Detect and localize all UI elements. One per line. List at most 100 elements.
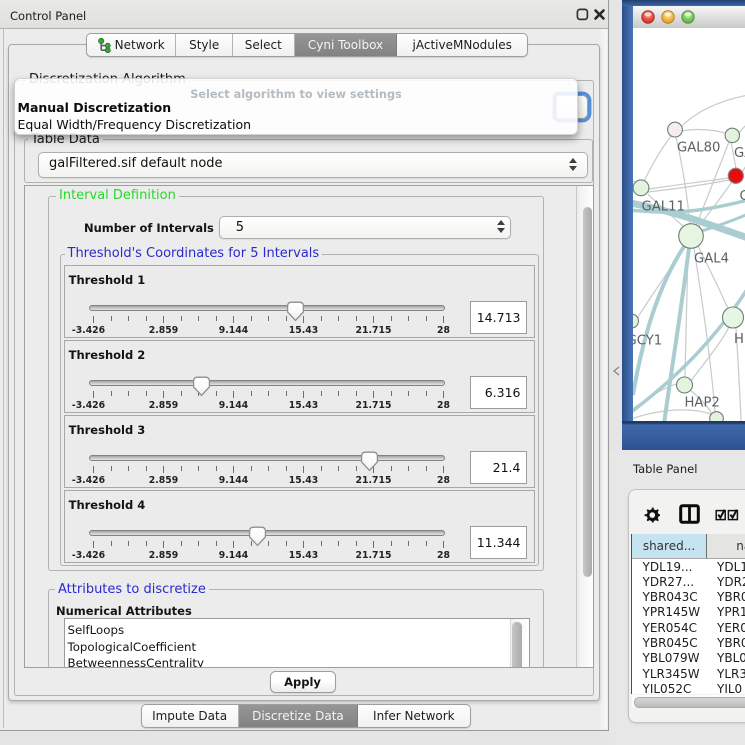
table-cell-name[interactable]: YBL0 xyxy=(717,651,745,666)
numerical-attributes-list[interactable]: SelfLoops TopologicalCoefficient Betweenne… xyxy=(64,618,530,668)
slider-tick-label: -3.426 xyxy=(72,475,105,486)
slider-tick-label: 9.144 xyxy=(219,325,248,336)
slider-minor-tick xyxy=(251,316,252,321)
table-cell-shared-name[interactable]: YDL19... xyxy=(643,560,693,575)
traffic-light-buttons[interactable] xyxy=(641,10,703,24)
table-header-shared[interactable]: shared... xyxy=(632,534,707,559)
table-cell-name[interactable]: YBR0 xyxy=(717,590,745,605)
network-edge[interactable] xyxy=(694,248,715,412)
network-node-label: GAL11 xyxy=(642,200,685,215)
network-node-label: H xyxy=(734,332,744,347)
slider-minor-tick xyxy=(268,541,269,546)
list-scrollbar-thumb[interactable] xyxy=(512,622,522,669)
slider-thumb[interactable] xyxy=(360,451,379,472)
slider-minor-tick xyxy=(251,466,252,471)
split-divider-arrow-icon[interactable] xyxy=(612,366,620,376)
apply-button[interactable]: Apply xyxy=(270,671,336,693)
dropdown-option-manual[interactable]: Manual Discretization xyxy=(18,100,172,115)
slider-thumb[interactable] xyxy=(192,376,211,397)
attribute-list-item[interactable]: BetweennessCentrality xyxy=(68,656,204,668)
dropdown-prompt-item[interactable]: Select algorithm to view settings xyxy=(15,88,577,101)
slider-minor-tick xyxy=(268,316,269,321)
table-cell-shared-name[interactable]: YDR27... xyxy=(643,575,695,590)
slider-thumb[interactable] xyxy=(286,301,305,322)
threshold-value-field[interactable]: 11.344 xyxy=(470,526,527,559)
slider-major-tick xyxy=(373,316,374,323)
slider-tick-label: 9.144 xyxy=(219,550,248,561)
tab-label: Infer Network xyxy=(373,709,455,723)
attribute-list-item[interactable]: TopologicalCoefficient xyxy=(68,640,197,654)
slider-tick-label: 15.43 xyxy=(289,475,318,486)
dropdown-option-equal-width[interactable]: Equal Width/Frequency Discretization xyxy=(18,117,252,132)
slider-minor-tick xyxy=(128,316,129,321)
screenshot-stage: Control Panel NetworkStyleSelectCyni Too… xyxy=(0,0,745,745)
table-cell-name[interactable]: YDL1 xyxy=(717,560,745,575)
slider-track[interactable] xyxy=(89,305,445,311)
network-node-gcy1[interactable] xyxy=(633,314,639,328)
network-edge[interactable] xyxy=(633,288,745,413)
slider-major-tick xyxy=(443,391,444,398)
network-window-titlebar[interactable] xyxy=(633,6,745,29)
table-cell-name[interactable]: YIL0 xyxy=(717,682,742,694)
vertical-scrollbar-thumb[interactable] xyxy=(583,207,592,577)
tab-infer-network[interactable]: Infer Network xyxy=(358,705,469,728)
table-cell-name[interactable]: YLR3 xyxy=(717,667,745,682)
table-hscrollbar-thumb[interactable] xyxy=(634,697,745,709)
threshold-value-field[interactable]: 21.4 xyxy=(470,451,527,484)
table-cell-name[interactable]: YBR0 xyxy=(717,636,745,651)
tab-discretize-data[interactable]: Discretize Data xyxy=(239,705,359,728)
table-cell-shared-name[interactable]: YBR043C xyxy=(643,590,698,605)
slider-track[interactable] xyxy=(89,380,445,386)
table-cell-shared-name[interactable]: YLR345W xyxy=(643,667,700,682)
network-canvas[interactable]: GAL80GACDGAL11GAL4GCY1HHAP2 xyxy=(633,28,745,421)
number-of-intervals-combobox[interactable]: 5 xyxy=(219,216,512,239)
tab-cyni-toolbox[interactable]: Cyni Toolbox xyxy=(295,34,398,56)
table-cell-name[interactable]: YER0 xyxy=(717,621,745,636)
table-cell-shared-name[interactable]: YPR145W xyxy=(643,605,701,620)
network-node[interactable] xyxy=(710,412,724,421)
gear-icon[interactable] xyxy=(644,507,660,523)
network-edge[interactable] xyxy=(739,123,745,133)
table-cell-shared-name[interactable]: YER054C xyxy=(643,621,698,636)
table-cell-shared-name[interactable]: YBR045C xyxy=(643,636,698,651)
threshold-panel-2: Threshold 2-3.4262.8599.14415.4321.71528… xyxy=(64,340,535,413)
threshold-value-field[interactable]: 6.316 xyxy=(470,376,527,409)
slider-track[interactable] xyxy=(89,455,445,461)
slider-thumb[interactable] xyxy=(248,526,267,547)
network-node-gal80[interactable] xyxy=(668,122,683,137)
network-node-ga[interactable] xyxy=(725,128,739,142)
tab-select[interactable]: Select xyxy=(233,34,295,56)
network-edge[interactable] xyxy=(649,178,729,189)
table-cell-name[interactable]: YDR2 xyxy=(717,575,745,590)
threshold-value-field[interactable]: 14.713 xyxy=(470,301,527,334)
network-edge[interactable] xyxy=(644,136,671,182)
threshold-label: Threshold 3 xyxy=(69,423,146,437)
table-cell-shared-name[interactable]: YBL079W xyxy=(643,651,700,666)
table-cell-name[interactable]: YPR1 xyxy=(717,605,745,620)
network-node-cd[interactable] xyxy=(728,168,743,183)
slider-minor-tick xyxy=(321,466,322,471)
network-node-gal11[interactable] xyxy=(633,180,649,196)
tab-style[interactable]: Style xyxy=(176,34,233,56)
network-edge[interactable] xyxy=(633,410,711,419)
float-window-icon[interactable] xyxy=(576,8,589,21)
table-cell-shared-name[interactable]: YIL052C xyxy=(643,682,692,694)
tab-jactivemnodules[interactable]: jActiveMNodules xyxy=(397,34,527,56)
network-edge[interactable] xyxy=(682,130,725,133)
network-node-gal4[interactable] xyxy=(679,224,704,249)
control-panel-titlebar[interactable]: Control Panel xyxy=(0,0,608,29)
table-data-combobox[interactable]: galFiltered.sif default node xyxy=(38,152,588,179)
column-settings-icon[interactable] xyxy=(679,504,700,524)
settings-scrollpane: Interval Definition Number of Intervals … xyxy=(24,185,594,668)
network-node-hap2[interactable] xyxy=(677,377,693,393)
tab-network[interactable]: Network xyxy=(87,34,176,56)
attribute-list-item[interactable]: SelfLoops xyxy=(68,623,125,637)
network-node-h[interactable] xyxy=(723,307,744,328)
node-table[interactable]: shared... name YDL19...YDL1YDR27...YDR2Y… xyxy=(631,534,745,694)
network-edge[interactable] xyxy=(648,180,729,192)
tab-impute-data[interactable]: Impute Data xyxy=(142,705,239,728)
table-header-name[interactable]: name xyxy=(707,534,745,559)
network-edge[interactable] xyxy=(682,95,745,126)
select-all-checkbox-icon[interactable] xyxy=(715,508,740,521)
close-window-icon[interactable] xyxy=(593,8,606,21)
